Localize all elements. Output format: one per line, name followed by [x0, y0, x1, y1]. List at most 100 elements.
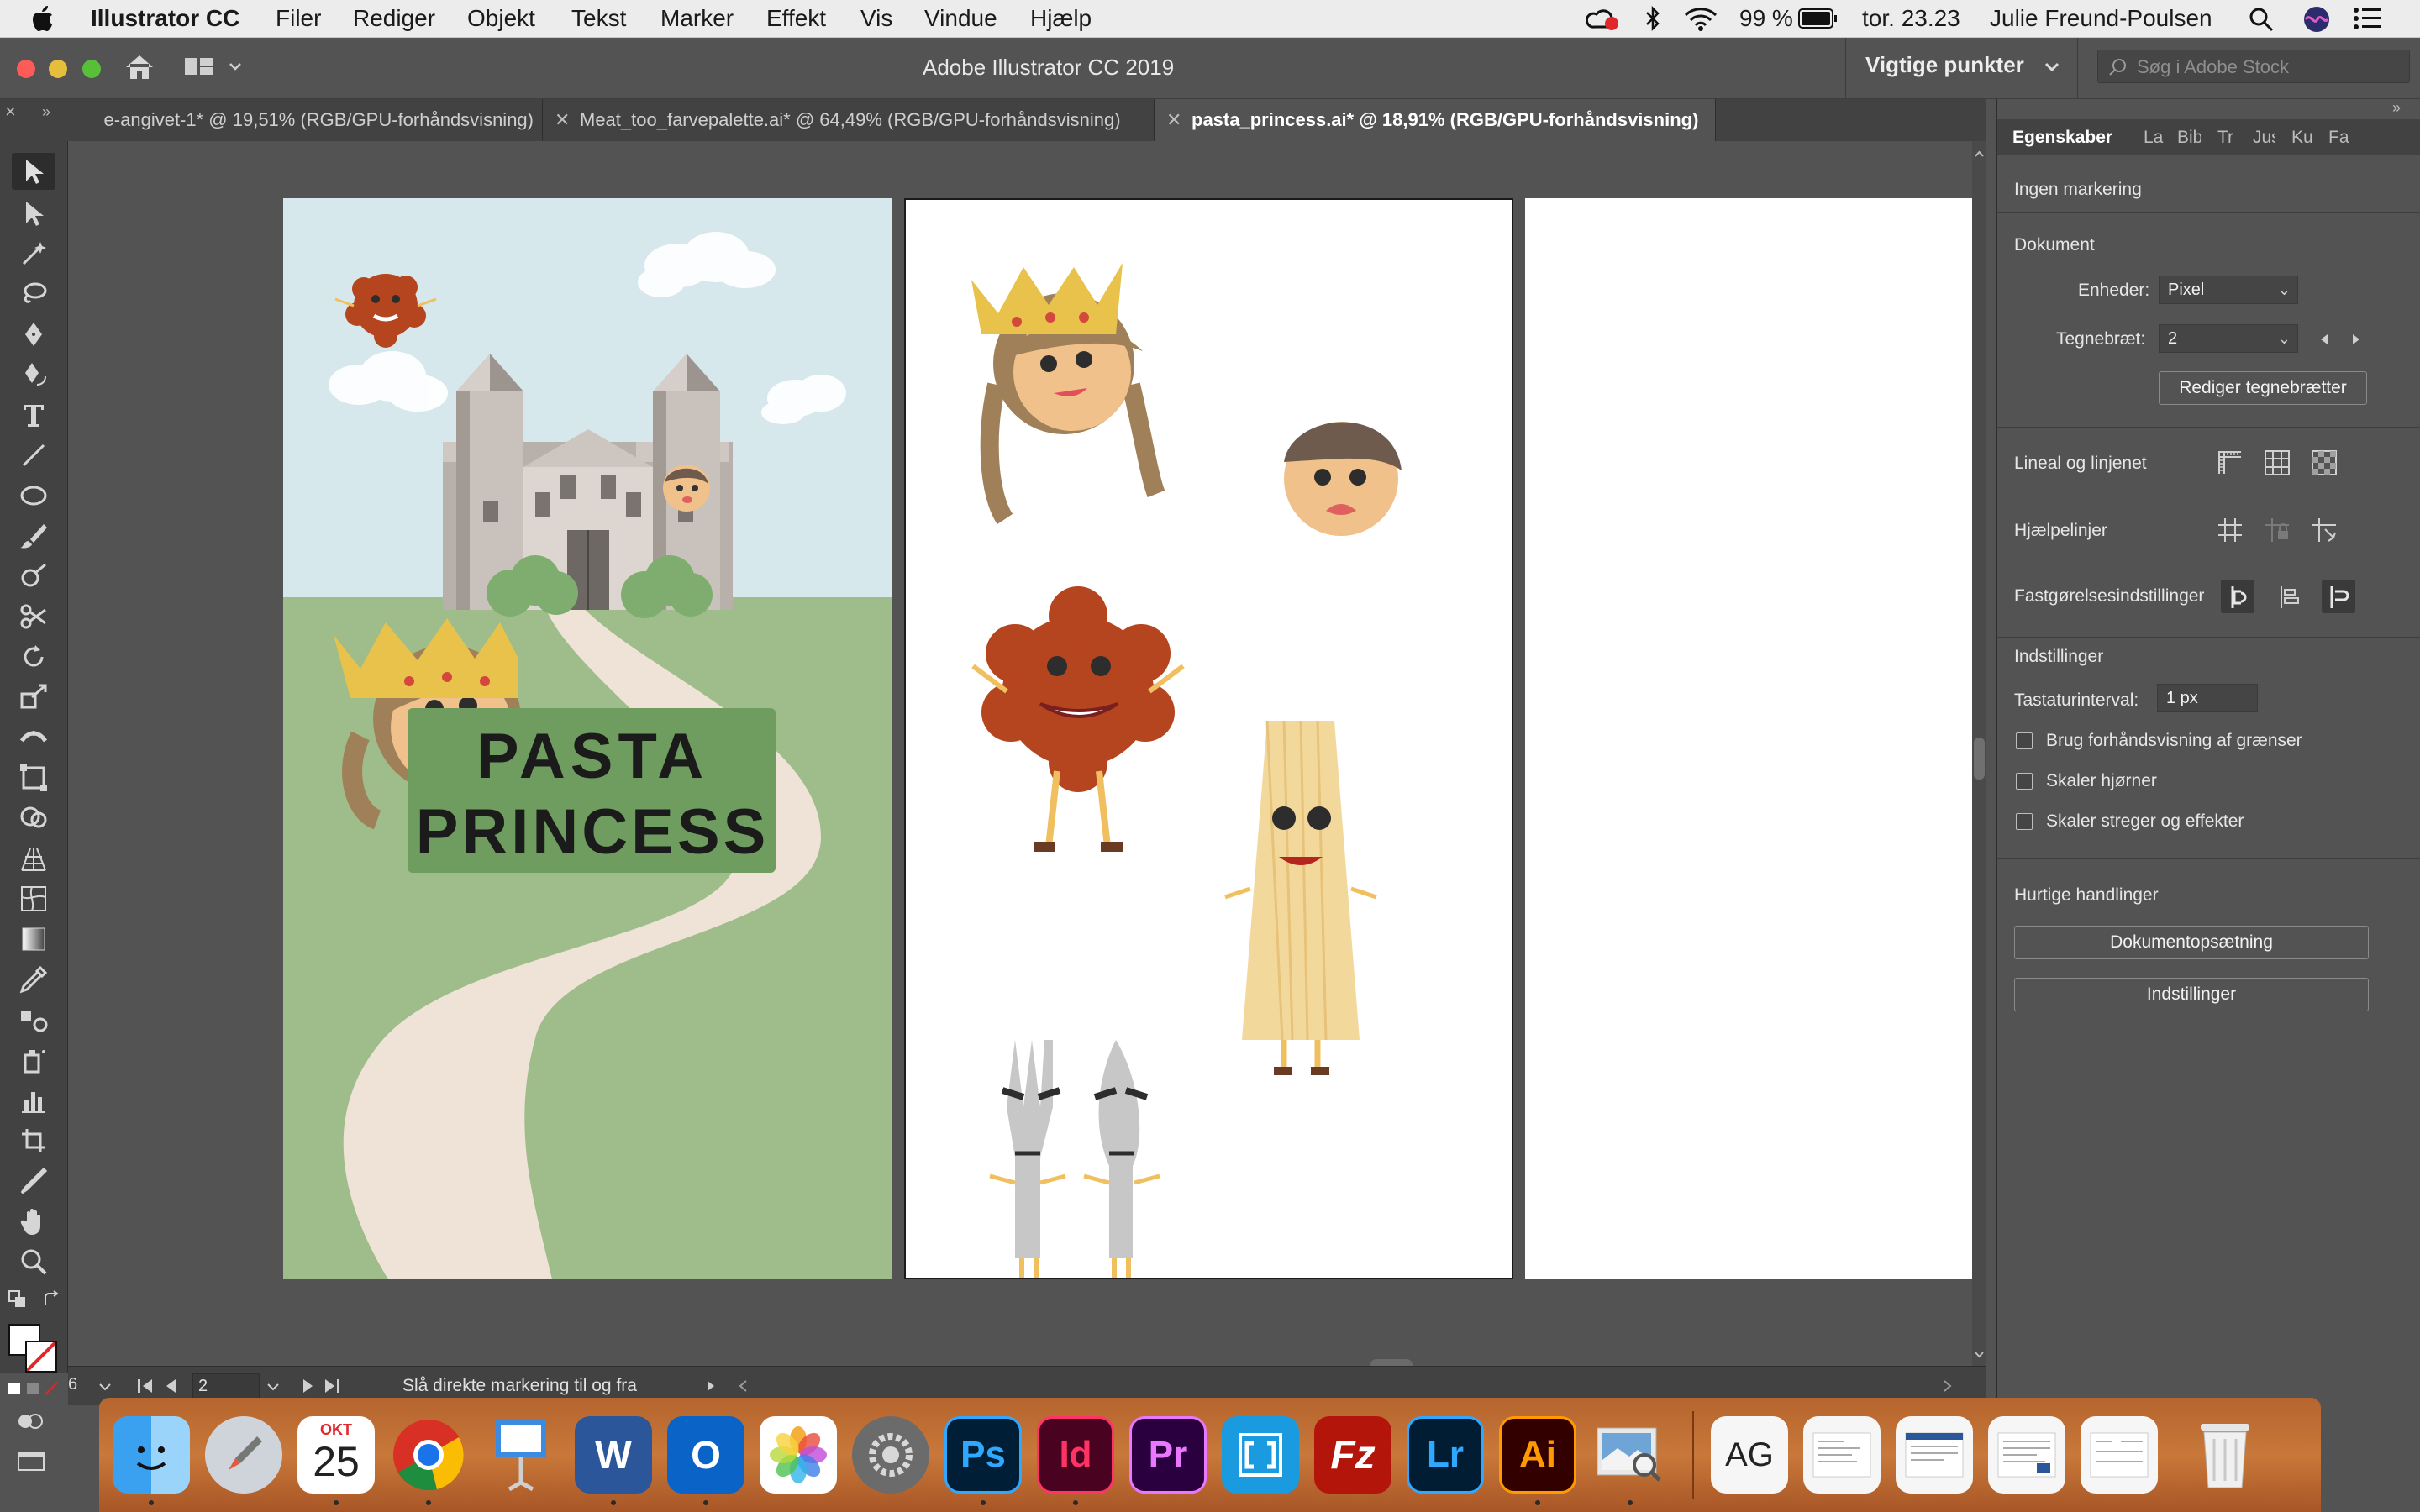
next-artboard-icon[interactable] — [2350, 333, 2362, 346]
default-colors-icon[interactable] — [8, 1290, 27, 1309]
artboard-characters[interactable] — [904, 198, 1513, 1279]
workspace-switcher[interactable]: Vigtige punkter — [1865, 52, 2024, 78]
symbol-sprayer-tool[interactable] — [12, 1042, 55, 1079]
direct-selection-tool[interactable] — [12, 195, 55, 232]
menu-vis[interactable]: Vis — [860, 5, 892, 32]
snap-to-point-icon[interactable] — [2224, 583, 2253, 612]
tab-align[interactable]: Jus — [2253, 128, 2275, 148]
indesign-icon[interactable]: Id — [1037, 1416, 1114, 1494]
transparency-grid-icon[interactable] — [2310, 449, 2338, 477]
blend-tool[interactable] — [12, 1001, 55, 1038]
outlook-icon[interactable]: O — [667, 1416, 744, 1494]
snap-to-glyph-icon[interactable] — [2325, 583, 2354, 612]
first-artboard-icon[interactable] — [135, 1377, 155, 1395]
preferences-button[interactable]: Indstillinger — [2014, 978, 2369, 1011]
bluetooth-icon[interactable] — [1644, 5, 1662, 32]
vertical-scroll-thumb[interactable] — [1974, 738, 1985, 780]
system-preferences-icon[interactable] — [852, 1416, 929, 1494]
clock[interactable]: tor. 23.23 — [1862, 5, 1960, 32]
keyboard-increment-input[interactable]: 1 px — [2157, 684, 2258, 712]
smart-guides-icon[interactable] — [2310, 516, 2338, 544]
shape-builder-tool[interactable] — [12, 800, 55, 837]
artboard-blank[interactable] — [1525, 198, 1972, 1279]
calendar-icon[interactable]: OKT 25 — [297, 1416, 375, 1494]
tab-document-2[interactable]: ✕ Meat_too_farvepalette.ai* @ 64,49% (RG… — [543, 99, 1155, 141]
draw-mode-icon[interactable] — [17, 1410, 45, 1433]
finder-icon[interactable] — [113, 1416, 190, 1494]
scissors-tool[interactable] — [12, 598, 55, 635]
brackets-icon[interactable] — [1222, 1416, 1299, 1494]
eyedropper-tool[interactable] — [12, 961, 55, 998]
downloads-stack-icon[interactable] — [2081, 1416, 2158, 1494]
recent-document-icon[interactable] — [1803, 1416, 1881, 1494]
magic-wand-tool[interactable] — [12, 235, 55, 272]
shaper-tool[interactable] — [12, 558, 55, 595]
menu-filer[interactable]: Filer — [276, 5, 321, 32]
tab-document-1[interactable]: e-angivet-1* @ 19,51% (RGB/GPU-forhåndsv… — [34, 99, 543, 141]
scroll-left-icon[interactable] — [737, 1378, 749, 1394]
chevron-down-icon[interactable] — [2044, 61, 2060, 73]
illustrator-icon[interactable]: Ai — [1499, 1416, 1576, 1494]
zoom-dropdown-icon[interactable] — [98, 1382, 112, 1392]
premiere-pro-icon[interactable]: Pr — [1129, 1416, 1207, 1494]
tab-layers[interactable]: La — [2144, 128, 2164, 148]
width-tool[interactable] — [12, 719, 55, 756]
word-document-icon[interactable] — [1896, 1416, 1973, 1494]
lock-guides-icon[interactable] — [2263, 516, 2291, 544]
pen-tool[interactable] — [12, 316, 55, 353]
guides-icon[interactable] — [2216, 516, 2244, 544]
stroke-color-swatch[interactable] — [25, 1341, 57, 1373]
tab-document-3[interactable]: ✕ pasta_princess.ai* @ 18,91% (RGB/GPU-f… — [1155, 99, 1716, 141]
units-select[interactable]: Pixel ⌄ — [2159, 276, 2298, 304]
word-icon[interactable]: W — [575, 1416, 652, 1494]
swap-colors-icon[interactable] — [42, 1290, 60, 1309]
close-panel-icon[interactable]: × — [5, 99, 16, 124]
menu-objekt[interactable]: Objekt — [467, 5, 535, 32]
rulers-icon[interactable] — [2216, 449, 2244, 477]
home-icon[interactable] — [124, 53, 155, 81]
tab-brushes[interactable]: Ku — [2291, 128, 2313, 148]
hand-tool[interactable] — [12, 1203, 55, 1240]
zoom-level[interactable]: 6 — [68, 1375, 77, 1394]
rotate-tool[interactable] — [12, 638, 55, 675]
gradient-tool[interactable] — [12, 921, 55, 958]
slice-tool[interactable] — [12, 1163, 55, 1200]
scale-strokes-effects-checkbox[interactable] — [2016, 813, 2033, 830]
menu-rediger[interactable]: Rediger — [353, 5, 435, 32]
siri-icon[interactable] — [2302, 5, 2331, 34]
artboard-dropdown-icon[interactable] — [266, 1382, 280, 1392]
status-menu-icon[interactable] — [705, 1378, 717, 1394]
apple-icon[interactable] — [32, 5, 54, 32]
spotlight-icon[interactable] — [2249, 7, 2274, 32]
type-tool[interactable] — [12, 396, 55, 433]
zoom-tool[interactable] — [12, 1243, 55, 1280]
tab-libraries[interactable]: Bib — [2177, 128, 2201, 148]
grid-icon[interactable] — [2263, 449, 2291, 477]
line-tool[interactable] — [12, 437, 55, 474]
menu-vindue[interactable]: Vindue — [924, 5, 997, 32]
scroll-right-icon[interactable] — [1942, 1378, 1954, 1394]
close-tab-icon[interactable]: ✕ — [555, 99, 570, 141]
photos-icon[interactable] — [760, 1416, 837, 1494]
collapse-panel-icon[interactable]: » — [2392, 99, 2401, 117]
filezilla-icon[interactable]: Fz — [1314, 1416, 1392, 1494]
menu-tekst[interactable]: Tekst — [571, 5, 626, 32]
minimize-window-button[interactable] — [49, 60, 67, 78]
lasso-tool[interactable] — [12, 276, 55, 312]
artboard-select[interactable]: 2 ⌄ — [2159, 324, 2298, 353]
app-menu[interactable]: Illustrator CC — [91, 5, 239, 32]
chrome-icon[interactable] — [390, 1416, 467, 1494]
previous-artboard-icon[interactable] — [2318, 333, 2330, 346]
keynote-icon[interactable] — [482, 1416, 560, 1494]
arrange-documents-icon[interactable] — [185, 56, 244, 78]
use-preview-bounds-checkbox[interactable] — [2016, 732, 2033, 749]
snap-to-pixel-icon[interactable] — [2275, 583, 2303, 612]
column-graph-tool[interactable] — [12, 1082, 55, 1119]
scroll-up-icon[interactable] — [1974, 150, 1985, 158]
artboard-tool[interactable] — [12, 1122, 55, 1159]
menu-hjaelp[interactable]: Hjælp — [1030, 5, 1092, 32]
tab-colors[interactable]: Fa — [2328, 128, 2350, 148]
battery-icon[interactable] — [1798, 7, 1839, 30]
menu-marker[interactable]: Marker — [660, 5, 734, 32]
tab-transform[interactable]: Tr — [2217, 128, 2238, 148]
